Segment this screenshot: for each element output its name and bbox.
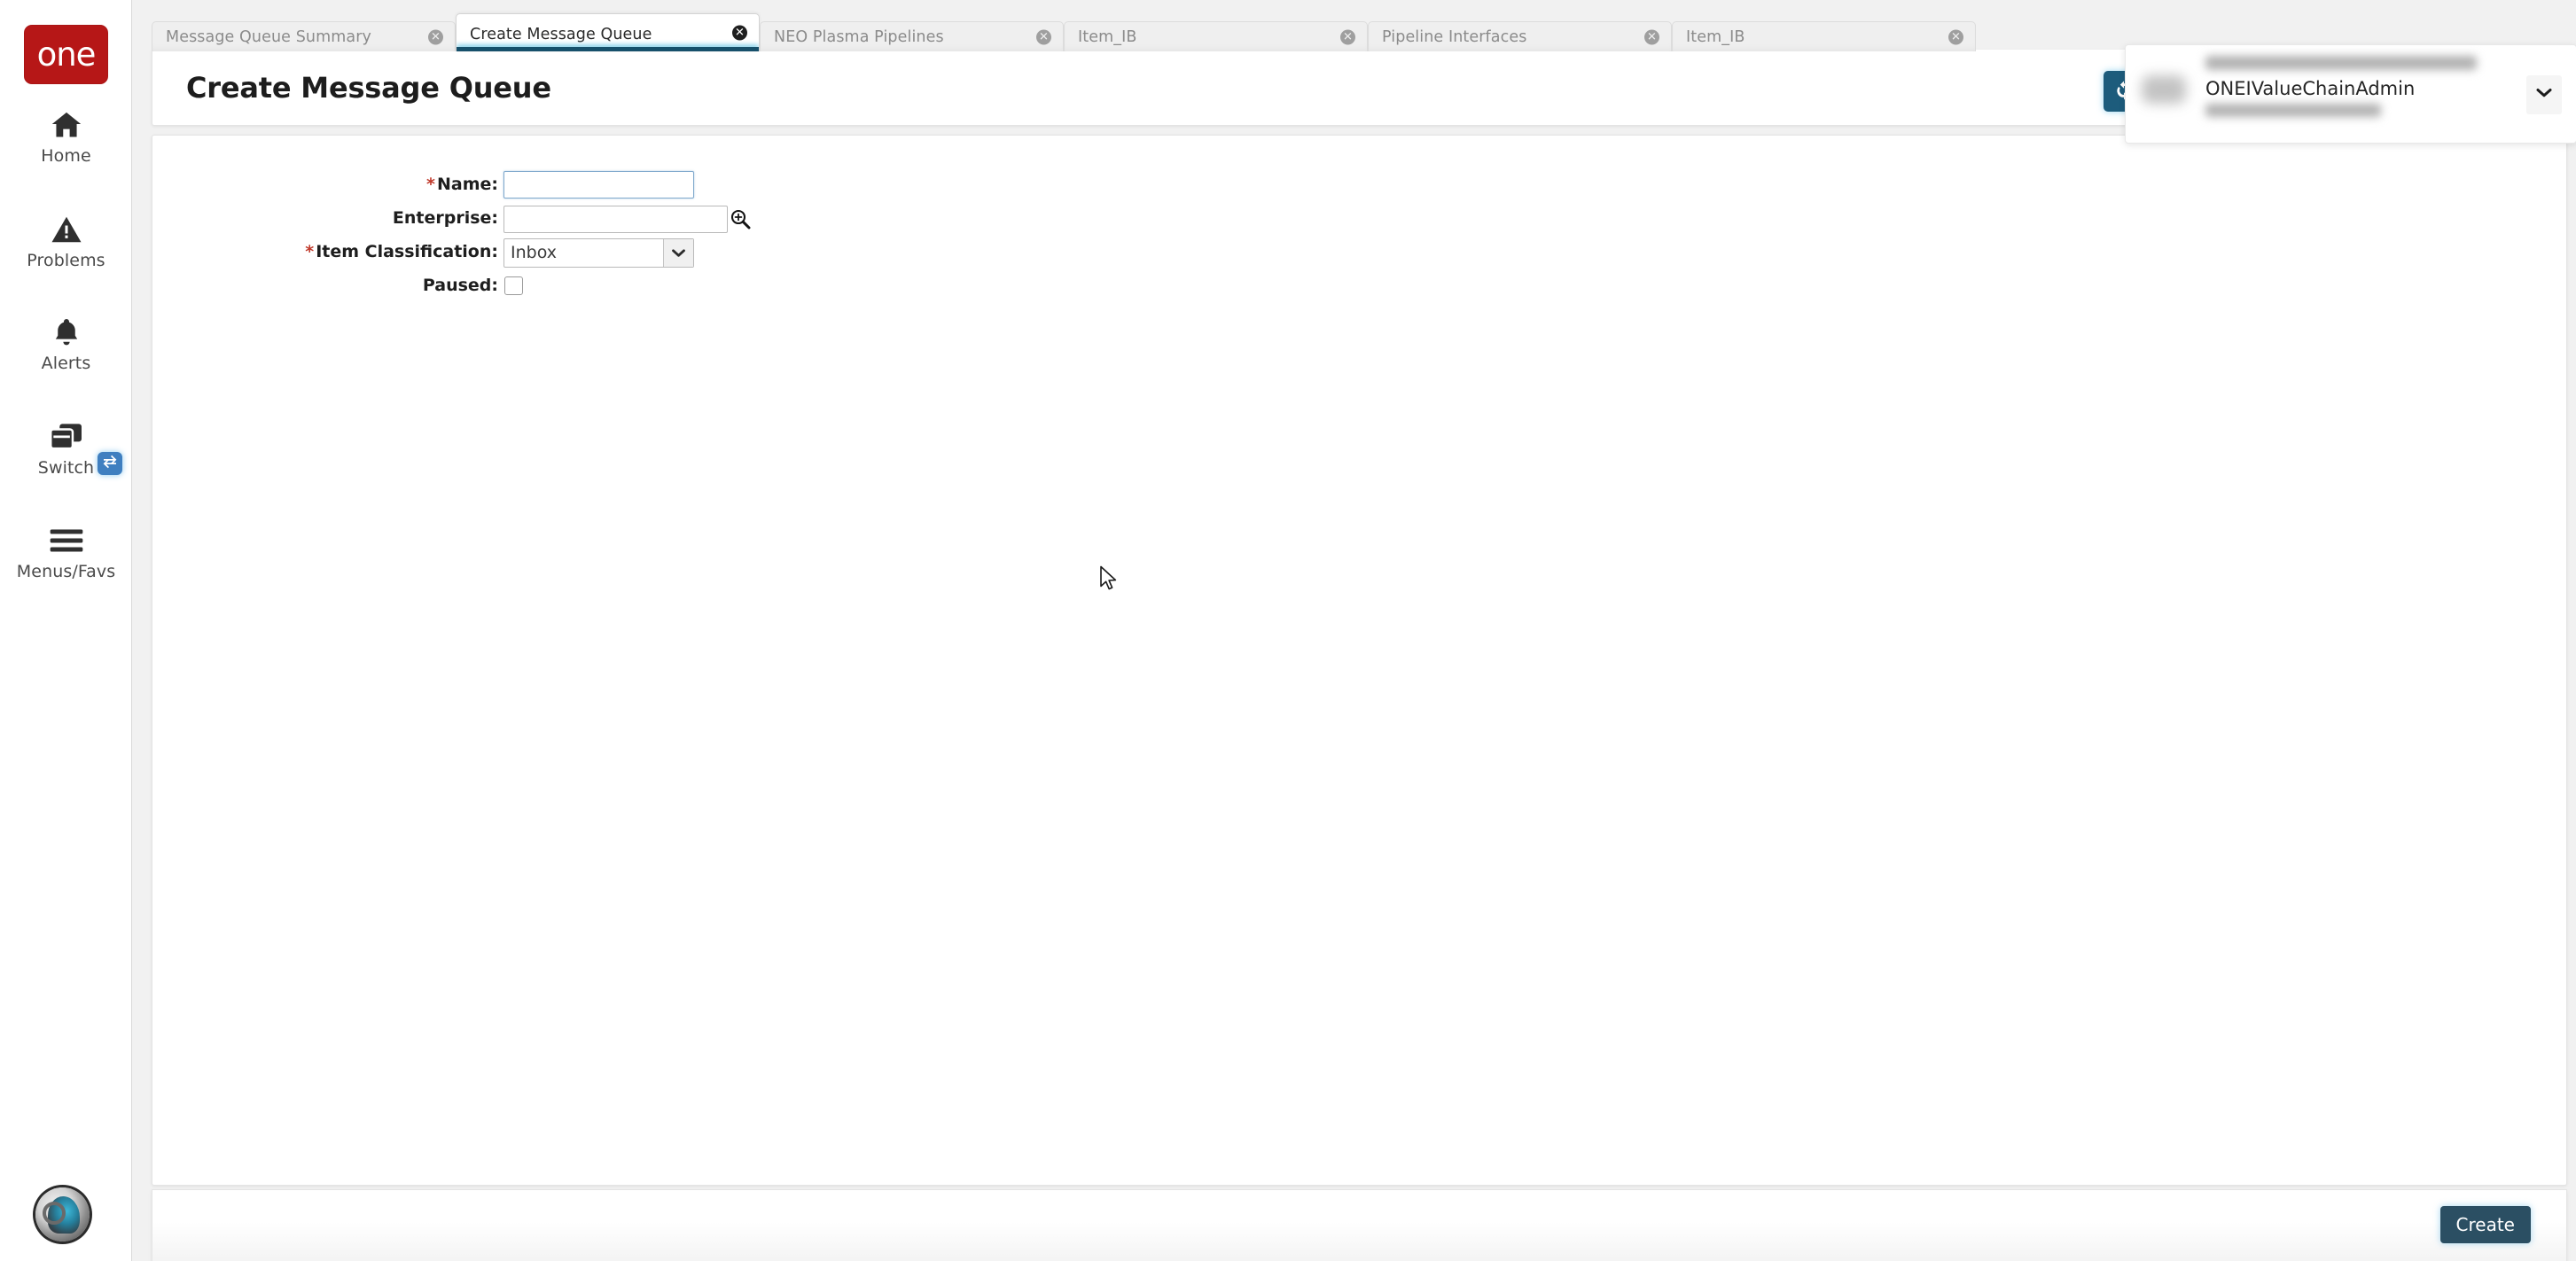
- form-row-item-classification: * Item Classification: Inbox: [152, 235, 773, 269]
- tab-label: Create Message Queue: [470, 26, 652, 43]
- tab-0[interactable]: Message Queue Summary ✕: [152, 21, 456, 51]
- tab-close-icon[interactable]: ✕: [1644, 29, 1659, 44]
- paused-label: Paused:: [422, 276, 498, 295]
- bell-icon: [0, 314, 132, 351]
- form-row-paused: Paused:: [152, 269, 773, 302]
- tab-close-icon[interactable]: ✕: [428, 29, 443, 44]
- create-button[interactable]: Create: [2439, 1206, 2531, 1243]
- sidebar-item-label: Menus/Favs: [16, 562, 116, 581]
- name-input[interactable]: [503, 171, 694, 198]
- tab-label: Pipeline Interfaces: [1382, 28, 1527, 46]
- enterprise-label: Enterprise:: [392, 208, 498, 228]
- tab-close-icon[interactable]: ✕: [732, 25, 747, 41]
- user-account-menu[interactable]: ONEIValueChainAdmin: [2125, 44, 2576, 144]
- tab-close-icon[interactable]: ✕: [1340, 29, 1355, 44]
- application-window: one Home Problems Alerts Switch Menus/Fa…: [0, 0, 2576, 1261]
- page-header: Create Message Queue ONEIValueChainAdmin: [152, 44, 2576, 144]
- sidebar-item-label: Problems: [27, 251, 105, 270]
- hamburger-icon: [0, 522, 132, 559]
- user-fullname-redacted: [2205, 56, 2477, 70]
- tab-close-icon[interactable]: ✕: [1948, 29, 1963, 44]
- required-indicator: *: [426, 175, 435, 194]
- tab-label: Message Queue Summary: [166, 28, 371, 46]
- ai-assistant-orb-icon[interactable]: [35, 1187, 90, 1242]
- name-label-text: Name:: [436, 175, 498, 194]
- exchange-arrows-icon: [102, 455, 118, 473]
- sidebar-item-label: Home: [41, 146, 91, 166]
- chevron-down-icon[interactable]: [663, 239, 693, 267]
- assistant-ring-shape: [43, 1202, 66, 1225]
- form-footer: Create: [152, 1189, 2567, 1261]
- tab-2[interactable]: NEO Plasma Pipelines ✕: [760, 21, 1064, 51]
- tab-1[interactable]: Create Message Queue ✕: [456, 13, 760, 51]
- avatar: [2142, 75, 2186, 104]
- tab-label: Item_IB: [1078, 28, 1137, 46]
- tab-4[interactable]: Pipeline Interfaces ✕: [1368, 21, 1672, 51]
- chevron-down-icon: [2535, 87, 2553, 103]
- one-network-logo[interactable]: one: [24, 25, 108, 84]
- search-zoom-in-icon[interactable]: [730, 208, 751, 234]
- enterprise-input[interactable]: [503, 206, 728, 233]
- user-org-redacted: [2205, 104, 2381, 117]
- form-container: * Name: Enterprise: * Item Classificatio…: [152, 135, 2567, 1186]
- sidebar-item-menus-favs[interactable]: Menus/Favs: [0, 522, 132, 581]
- sidebar-item-label: Alerts: [41, 354, 91, 373]
- tab-label: Item_IB: [1686, 28, 1745, 46]
- create-message-queue-form: * Name: Enterprise: * Item Classificatio…: [152, 167, 773, 302]
- name-label: * Name:: [152, 167, 498, 201]
- user-role-label: ONEIValueChainAdmin: [2205, 78, 2416, 99]
- active-tab-underline: [457, 47, 759, 51]
- logo-text: one: [36, 35, 97, 74]
- page-title: Create Message Queue: [186, 70, 551, 105]
- tab-label: NEO Plasma Pipelines: [774, 28, 944, 46]
- required-indicator: *: [305, 242, 315, 261]
- left-sidebar: one Home Problems Alerts Switch Menus/Fa…: [0, 0, 132, 1261]
- sidebar-item-problems[interactable]: Problems: [0, 211, 132, 270]
- form-row-name: * Name:: [152, 167, 773, 201]
- paused-checkbox[interactable]: [504, 276, 523, 295]
- item-classification-select[interactable]: Inbox: [503, 238, 694, 268]
- user-menu-toggle[interactable]: [2526, 75, 2562, 114]
- form-row-enterprise: Enterprise:: [152, 201, 773, 235]
- item-classification-label-text: Item Classification:: [316, 242, 498, 261]
- main-panel: Create Message Queue ONEIValueChainAdmin…: [152, 44, 2576, 1261]
- switch-badge-button[interactable]: [98, 452, 122, 475]
- home-icon: [0, 106, 132, 144]
- item-classification-value: Inbox: [511, 243, 557, 262]
- warning-icon: [0, 211, 132, 248]
- tab-close-icon[interactable]: ✕: [1036, 29, 1051, 44]
- tab-3[interactable]: Item_IB ✕: [1064, 21, 1368, 51]
- windows-icon: [0, 418, 132, 455]
- item-classification-label: * Item Classification:: [152, 235, 498, 269]
- sidebar-item-home[interactable]: Home: [0, 106, 132, 166]
- sidebar-item-alerts[interactable]: Alerts: [0, 314, 132, 373]
- tab-5[interactable]: Item_IB ✕: [1672, 21, 1976, 51]
